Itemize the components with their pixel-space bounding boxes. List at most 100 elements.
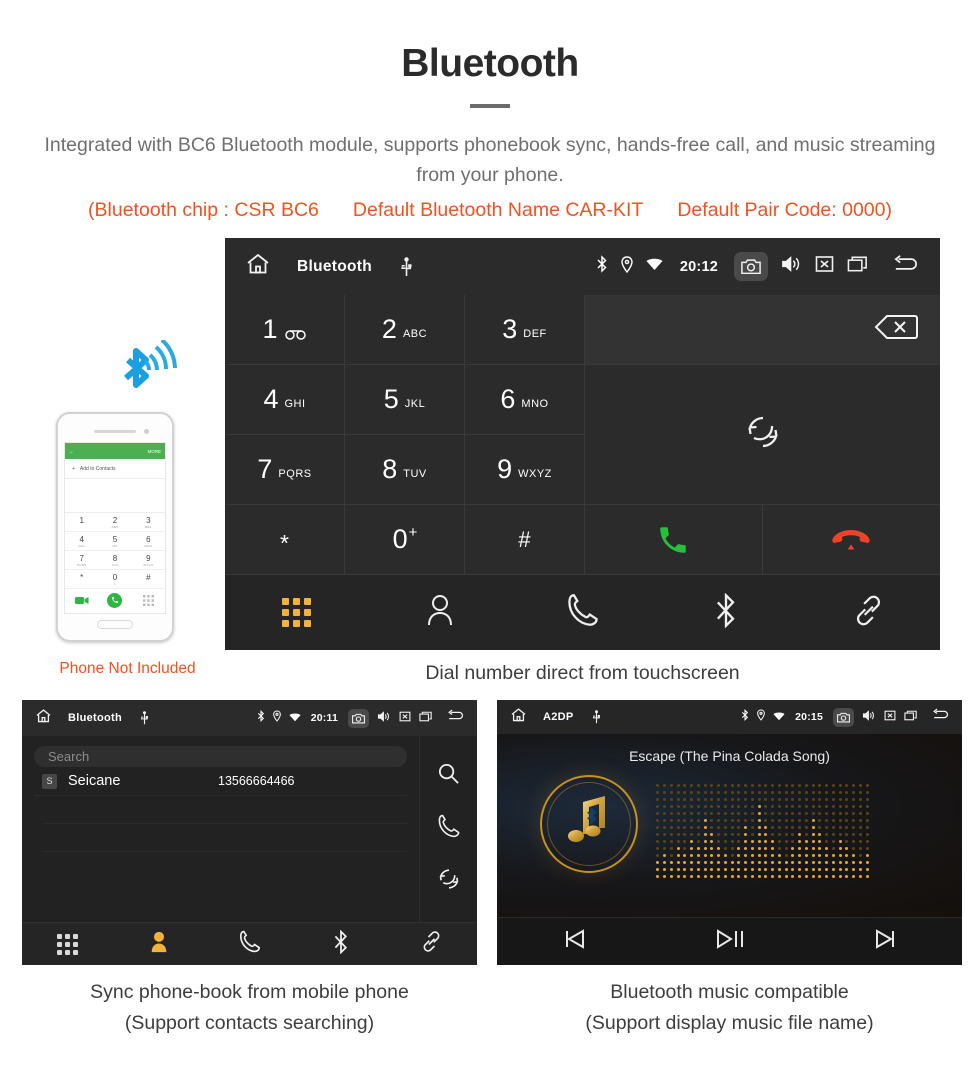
camera-icon[interactable] xyxy=(734,252,768,281)
key-6[interactable]: 6 MNO xyxy=(465,365,585,435)
recents-icon[interactable] xyxy=(904,708,918,726)
key-5[interactable]: 5 JKL xyxy=(345,365,465,435)
next-button[interactable] xyxy=(873,928,897,955)
key-sub: JKL xyxy=(404,397,426,410)
play-pause-button[interactable] xyxy=(715,928,745,955)
phone-key: 9 WXYZ xyxy=(131,551,165,570)
camera-icon[interactable] xyxy=(833,707,854,727)
tab-call-log[interactable] xyxy=(567,593,598,632)
bluetooth-icon xyxy=(741,708,749,726)
recents-icon[interactable] xyxy=(847,255,869,278)
camera-icon[interactable] xyxy=(348,708,369,728)
key-sub: GHI xyxy=(284,397,306,410)
sync-icon[interactable] xyxy=(437,867,461,896)
music-caption-line2: (Support display music file name) xyxy=(585,1012,874,1034)
key-8[interactable]: 8 TUV xyxy=(345,435,465,505)
key-3[interactable]: 3 DEF xyxy=(465,295,585,365)
key-1[interactable]: 1 xyxy=(225,295,345,365)
previous-button[interactable] xyxy=(563,928,587,955)
home-icon[interactable] xyxy=(510,707,527,728)
key-4[interactable]: 4 GHI xyxy=(225,365,345,435)
contact-list-area: Search S Seicane 13566664466 xyxy=(22,736,419,922)
location-icon xyxy=(272,709,281,727)
equalizer-visualizer xyxy=(655,782,870,880)
music-statusbar: A2DP 20:15 xyxy=(497,700,962,734)
backspace-icon[interactable] xyxy=(874,313,918,346)
home-icon[interactable] xyxy=(35,708,52,729)
usb-icon xyxy=(400,256,413,277)
phone-icon xyxy=(239,930,260,958)
hangup-button[interactable] xyxy=(763,505,941,574)
search-placeholder: Search xyxy=(48,749,90,764)
song-title: Escape (The Pina Colada Song) xyxy=(629,748,830,764)
dialpad-icon xyxy=(57,933,78,955)
search-icon[interactable] xyxy=(437,762,460,790)
page-title: Bluetooth xyxy=(401,42,579,85)
album-art xyxy=(540,775,638,873)
search-input[interactable]: Search xyxy=(34,746,407,767)
link-icon xyxy=(853,594,884,632)
tab-dialpad[interactable] xyxy=(282,598,311,627)
back-icon[interactable] xyxy=(446,709,465,727)
mute-icon[interactable] xyxy=(815,255,834,278)
phone-not-included-note: Phone Not Included xyxy=(59,660,196,677)
tab-contacts[interactable] xyxy=(149,930,169,958)
number-display[interactable] xyxy=(585,295,940,365)
call-button[interactable] xyxy=(585,505,763,574)
key-9[interactable]: 9 WXYZ xyxy=(465,435,585,505)
phone-key: 6 MNO xyxy=(131,532,165,551)
volume-icon[interactable] xyxy=(862,708,876,726)
sync-icon xyxy=(744,413,782,456)
mute-icon[interactable] xyxy=(884,708,896,726)
phonebook-caption-line2: (Support contacts searching) xyxy=(124,1012,375,1034)
phonebook-title: Bluetooth xyxy=(68,712,123,724)
music-body: Escape (The Pina Colada Song) xyxy=(497,734,962,917)
volume-icon[interactable] xyxy=(377,709,391,727)
phone-action-row xyxy=(65,589,165,611)
mute-icon[interactable] xyxy=(399,709,411,727)
play-pause-icon xyxy=(715,928,745,955)
key-sub: MNO xyxy=(521,397,549,410)
back-icon[interactable] xyxy=(891,254,920,279)
phone-key: 0 + xyxy=(98,570,132,589)
key-7[interactable]: 7 PQRS xyxy=(225,435,345,505)
phone-key: 4 GHI xyxy=(65,532,99,551)
tab-bluetooth[interactable] xyxy=(333,928,349,959)
phone-key: 2 ABC xyxy=(98,513,132,532)
dial-statusbar: Bluetooth 20:12 xyxy=(225,238,940,295)
phone-video-icon xyxy=(65,589,98,611)
phone-earpiece xyxy=(94,429,149,434)
phonebook-caption: Sync phone-book from mobile phone (Suppo… xyxy=(22,977,477,1039)
key-0[interactable]: 0 + xyxy=(345,505,465,575)
recents-icon[interactable] xyxy=(419,709,433,727)
key-digit: # xyxy=(518,526,531,552)
contact-row[interactable]: S Seicane 13566664466 xyxy=(34,767,407,796)
back-icon[interactable] xyxy=(931,708,950,726)
phone-icon[interactable] xyxy=(438,814,460,843)
home-icon[interactable] xyxy=(245,252,271,281)
page-description: Integrated with BC6 Bluetooth module, su… xyxy=(44,134,936,186)
key-star[interactable]: * xyxy=(225,505,345,575)
phone-screen: ← MORE + Add to Contacts 1 2 ABC 3 DEF 4 GHI 5… xyxy=(64,442,166,614)
spec-paircode: Default Pair Code: 0000) xyxy=(677,199,892,221)
sync-button[interactable] xyxy=(585,365,940,505)
bluetooth-icon xyxy=(714,592,738,633)
page-header: Bluetooth Integrated with BC6 Bluetooth … xyxy=(0,0,980,222)
tab-pair[interactable] xyxy=(421,930,442,958)
key-2[interactable]: 2 ABC xyxy=(345,295,465,365)
key-hash[interactable]: # xyxy=(465,505,585,575)
phone-add-contact-row: + Add to Contacts xyxy=(65,459,165,479)
phone-icon xyxy=(567,593,598,632)
spec-list: (Bluetooth chip : CSR BC6 Default Blueto… xyxy=(0,199,980,222)
tab-bluetooth[interactable] xyxy=(714,592,738,633)
location-icon xyxy=(757,708,765,726)
tab-pair[interactable] xyxy=(853,594,884,632)
tab-call-log[interactable] xyxy=(239,930,260,958)
plus-icon: + xyxy=(72,465,75,472)
tab-contacts[interactable] xyxy=(425,593,455,632)
key-digit: 1 xyxy=(262,314,278,344)
title-divider xyxy=(470,104,510,108)
tab-dialpad[interactable] xyxy=(57,933,78,955)
phone-more-label: MORE xyxy=(147,448,162,454)
volume-icon[interactable] xyxy=(781,255,802,278)
